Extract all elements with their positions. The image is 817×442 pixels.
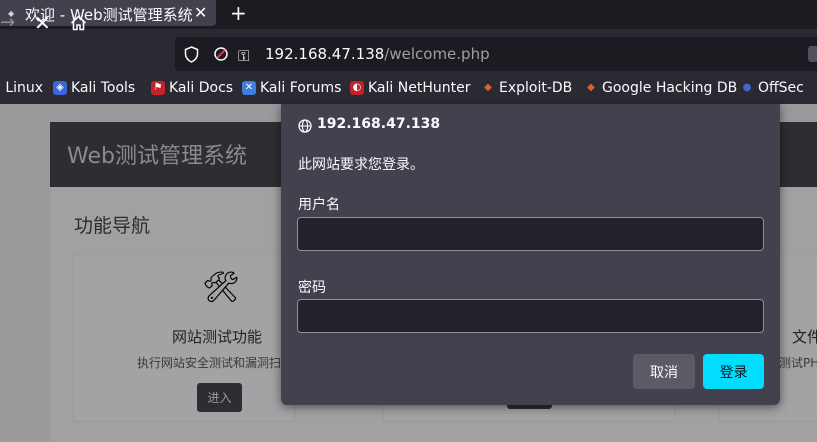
kali-nethunter-icon: ◐ bbox=[350, 81, 364, 95]
feature-title: 网站测试功能 bbox=[172, 328, 263, 346]
password-input[interactable] bbox=[297, 299, 764, 333]
enter-button[interactable]: 进入 bbox=[197, 383, 242, 412]
permissions-icon[interactable] bbox=[213, 46, 229, 66]
bookmark-kali-nethunter[interactable]: ◐ Kali NetHunter bbox=[350, 80, 470, 96]
home-icon[interactable] bbox=[70, 15, 87, 35]
feature-desc: 执行网站安全测试和漏洞扫描 bbox=[137, 356, 282, 370]
bookmark-exploit-db[interactable]: ◆ Exploit-DB bbox=[481, 80, 572, 96]
tools-icon: 🛠 bbox=[202, 270, 241, 305]
offsec-icon: ● bbox=[742, 82, 752, 93]
feature-desc-file: 测试PH bbox=[779, 356, 817, 370]
username-input[interactable] bbox=[297, 217, 764, 251]
shield-icon[interactable] bbox=[184, 46, 199, 67]
google-hacking-db-icon: ◆ bbox=[587, 82, 595, 93]
section-title: 功能导航 bbox=[74, 215, 151, 237]
dialog-host: 192.168.47.138 bbox=[317, 116, 441, 132]
stop-icon[interactable]: ✕ bbox=[34, 11, 51, 35]
kali-forums-icon: ✕ bbox=[242, 81, 256, 95]
kali-docs-icon: ⚑ bbox=[151, 81, 165, 95]
url-text[interactable]: 192.168.47.138/welcome.php bbox=[265, 45, 490, 63]
forward-arrow-icon[interactable]: → bbox=[0, 12, 15, 33]
password-label: 密码 bbox=[298, 280, 326, 296]
cancel-button[interactable]: 取消 bbox=[633, 354, 695, 389]
new-tab-icon[interactable]: + bbox=[230, 1, 247, 25]
tab-close-icon[interactable]: ✕ bbox=[194, 3, 207, 22]
key-icon[interactable]: ⚿ bbox=[238, 47, 249, 65]
bookmark-offsec[interactable]: ● OffSec bbox=[740, 80, 804, 96]
login-button[interactable]: 登录 bbox=[703, 354, 764, 389]
bookmark-kali-tools[interactable]: ◈ Kali Tools bbox=[53, 80, 135, 96]
kali-tools-icon: ◈ bbox=[53, 81, 67, 95]
bookmark-kali-forums[interactable]: ✕ Kali Forums bbox=[242, 80, 341, 96]
browser-window: ◆ 欢迎 - Web测试管理系统 ✕ + → ✕ ⚿ 192.168.47.13… bbox=[0, 0, 817, 442]
extensions-icon[interactable] bbox=[808, 46, 817, 62]
dialog-message: 此网站要求您登录。 bbox=[298, 157, 424, 173]
globe-icon bbox=[298, 118, 312, 137]
bookmark-kali-linux[interactable]: i Linux bbox=[0, 80, 43, 96]
feature-title-file: 文件 bbox=[792, 328, 817, 346]
username-label: 用户名 bbox=[298, 197, 340, 213]
page-title: Web测试管理系统 bbox=[67, 144, 247, 169]
bookmark-google-hacking-db[interactable]: ◆ Google Hacking DB bbox=[584, 80, 737, 96]
bookmark-kali-docs[interactable]: ⚑ Kali Docs bbox=[151, 80, 233, 96]
exploit-db-icon: ◆ bbox=[484, 82, 492, 93]
